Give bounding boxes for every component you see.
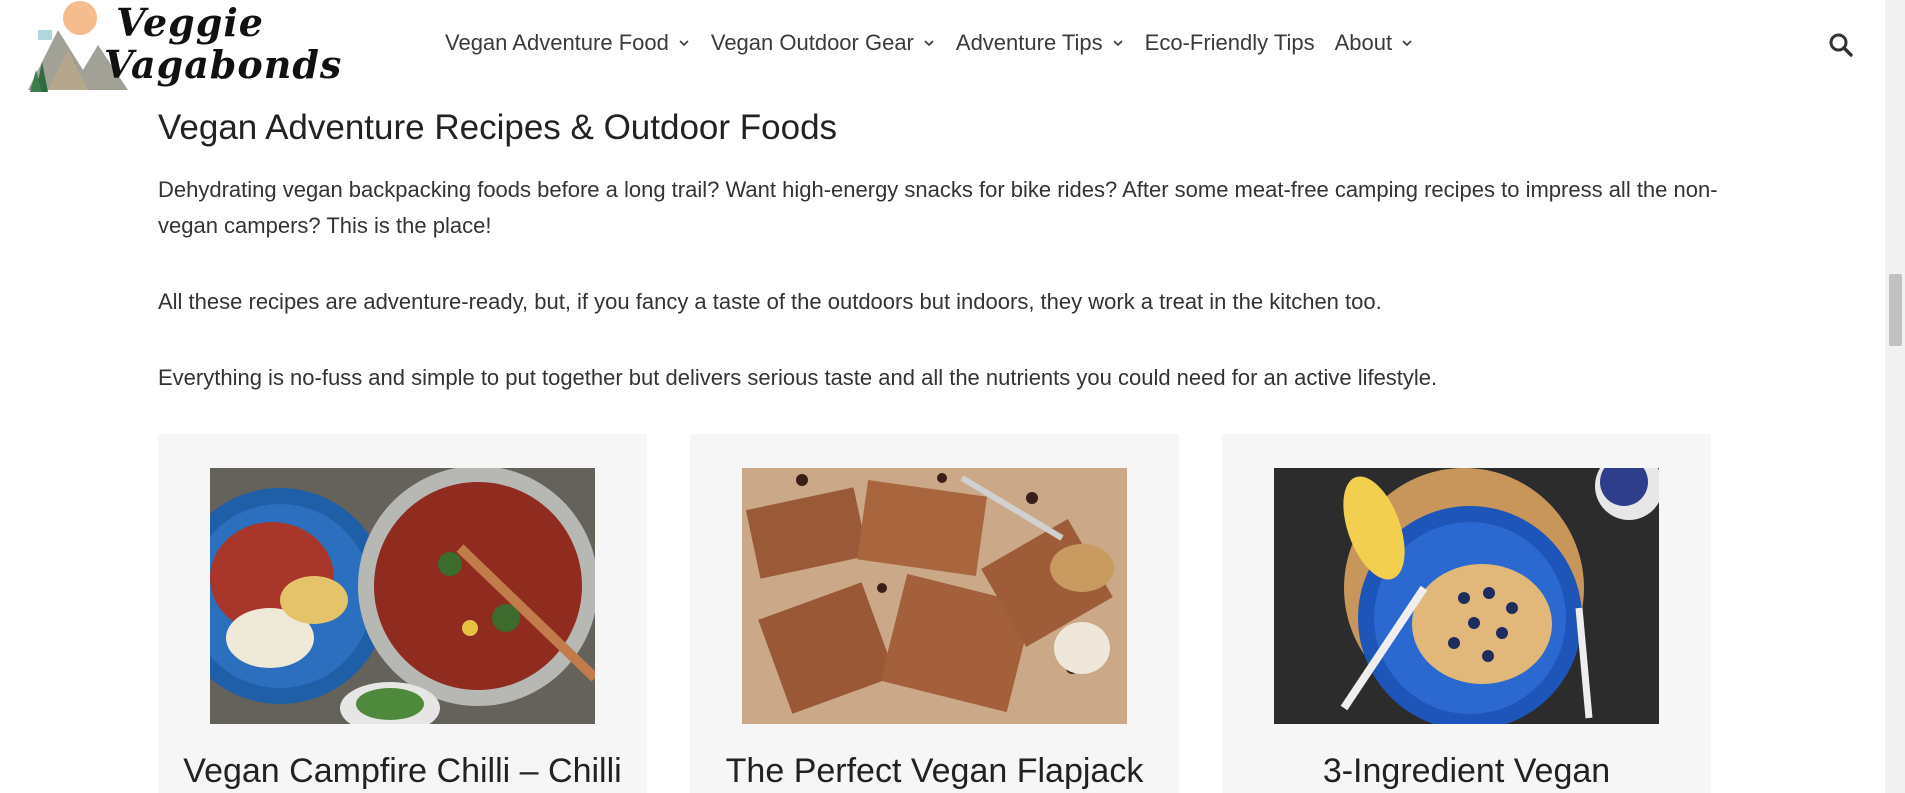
intro-paragraph: All these recipes are adventure-ready, b… bbox=[158, 289, 1382, 314]
intro-paragraph: Dehydrating vegan backpacking foods befo… bbox=[158, 177, 1718, 238]
page-title: Vegan Adventure Recipes & Outdoor Foods bbox=[158, 108, 838, 147]
nav-item-label: Adventure Tips bbox=[955, 30, 1103, 55]
nav-item-label: Vegan Adventure Food bbox=[445, 30, 669, 55]
chevron-down-icon bbox=[1402, 40, 1412, 47]
search-icon[interactable] bbox=[1828, 32, 1854, 58]
nav-item-vegan-outdoor-gear[interactable]: Vegan Outdoor Gear bbox=[711, 30, 936, 56]
recipe-card-title[interactable]: Vegan Campfire Chilli – Chilli bbox=[158, 752, 647, 791]
chevron-down-icon bbox=[924, 40, 934, 47]
recipe-card[interactable]: The Perfect Vegan Flapjack bbox=[690, 434, 1179, 793]
page-scrollbar[interactable] bbox=[1885, 0, 1905, 793]
recipe-card[interactable]: 3-Ingredient Vegan bbox=[1222, 434, 1711, 793]
recipe-card[interactable]: Vegan Campfire Chilli – Chilli bbox=[158, 434, 647, 793]
nav-item-adventure-tips[interactable]: Adventure Tips bbox=[956, 30, 1125, 56]
intro-paragraph: Everything is no-fuss and simple to put … bbox=[158, 365, 1438, 390]
logo-text-line2: Vagabonds bbox=[104, 42, 343, 87]
nav-item-vegan-adventure-food[interactable]: Vegan Adventure Food bbox=[445, 30, 691, 56]
nav-item-about[interactable]: About bbox=[1335, 30, 1415, 56]
blueberry-pancake-photo[interactable] bbox=[1274, 468, 1659, 724]
flapjack-bars-photo[interactable] bbox=[742, 468, 1127, 724]
chevron-down-icon bbox=[679, 40, 689, 47]
site-header: Veggie Vagabonds Vegan Adventure Food Ve… bbox=[0, 0, 1905, 96]
scrollbar-thumb[interactable] bbox=[1889, 274, 1902, 346]
main-nav: Vegan Adventure Food Vegan Outdoor Gear … bbox=[445, 30, 1434, 56]
chilli-pot-photo[interactable] bbox=[210, 468, 595, 724]
recipe-card-title[interactable]: 3-Ingredient Vegan bbox=[1222, 752, 1711, 791]
nav-item-eco-friendly-tips[interactable]: Eco-Friendly Tips bbox=[1145, 30, 1315, 56]
nav-item-label: Vegan Outdoor Gear bbox=[710, 30, 914, 55]
logo-text-line1: Veggie bbox=[116, 0, 264, 45]
chevron-down-icon bbox=[1113, 40, 1123, 47]
site-logo[interactable]: Veggie Vagabonds bbox=[28, 0, 341, 96]
recipe-card-title[interactable]: The Perfect Vegan Flapjack bbox=[690, 752, 1179, 791]
nav-item-label: Eco-Friendly Tips bbox=[1144, 30, 1315, 55]
nav-item-label: About bbox=[1334, 30, 1393, 55]
